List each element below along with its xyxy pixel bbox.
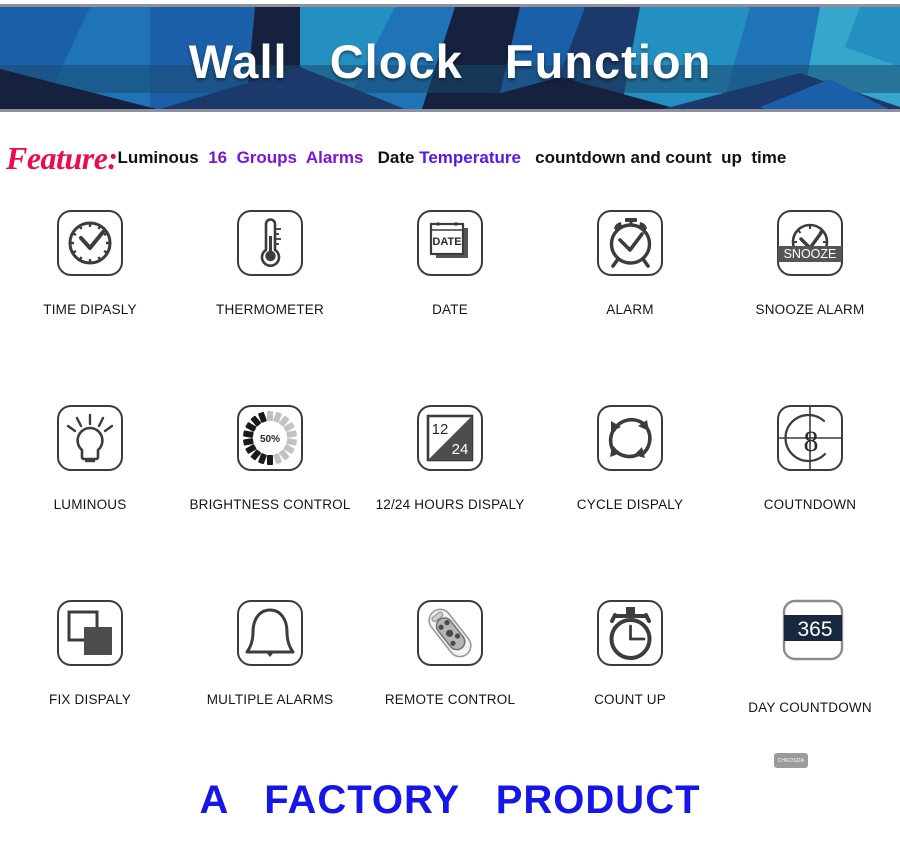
feature-label-text: BRIGHTNESS CONTROL xyxy=(189,497,351,512)
feature-segment-countdown: countdown and count up time xyxy=(520,148,787,167)
feature-label-text: LUMINOUS xyxy=(53,497,127,512)
features-row: FIX DISPALY MULTIPLE ALARMS REMOTE CONTR… xyxy=(0,590,900,785)
feature-cell-countdown[interactable]: 8 COUTNDOWN xyxy=(720,395,900,590)
feature-cell-multiple-alarms[interactable]: MULTIPLE ALARMS xyxy=(180,590,360,785)
feature-label-text: ALARM xyxy=(606,302,654,317)
stopwatch-icon xyxy=(587,596,673,682)
calendar-icon: DATE xyxy=(407,206,493,292)
feature-label-text: SNOOZE ALARM xyxy=(755,302,865,317)
watermark-badge: CHKOSDA xyxy=(774,753,808,768)
hour-format-24-text: 24 xyxy=(452,441,469,458)
feature-segment-date: Date xyxy=(363,148,420,167)
feature-cell-luminous[interactable]: LUMINOUS xyxy=(0,395,180,590)
feature-cell-thermometer[interactable]: THERMOMETER xyxy=(180,200,360,395)
feature-label-text: MULTIPLE ALARMS xyxy=(206,692,334,707)
alarm-clock-icon xyxy=(587,206,673,292)
feature-label-text: CYCLE DISPALY xyxy=(576,497,684,512)
calendar-inner-text: DATE xyxy=(432,236,461,248)
feature-cell-date[interactable]: DATE DATE xyxy=(360,200,540,395)
film-countdown-icon: 8 xyxy=(767,401,853,487)
feature-cell-day-countdown[interactable]: 365 DAY COUNTDOWN xyxy=(720,590,900,785)
hour-format-12-text: 12 xyxy=(432,421,449,438)
footer-tagline: A FACTORY PRODUCT xyxy=(199,778,701,822)
countdown-number-text: 8 xyxy=(804,425,819,458)
feature-label-text: DATE xyxy=(432,302,468,317)
bell-icon xyxy=(227,596,313,682)
thermometer-icon xyxy=(227,206,313,292)
feature-cell-count-up[interactable]: COUNT UP xyxy=(540,590,720,785)
features-grid: TIME DIPASLY THERMOMETER DATE DATE ALARM… xyxy=(0,200,900,785)
feature-label-text: TIME DIPASLY xyxy=(43,302,137,317)
feature-segment-luminous: Luminous xyxy=(117,148,199,167)
feature-label-text: DAY COUNTDOWN xyxy=(748,700,872,715)
cycle-arrows-icon xyxy=(587,401,673,487)
features-row: TIME DIPASLY THERMOMETER DATE DATE ALARM… xyxy=(0,200,900,395)
day-counter-icon: 365 xyxy=(767,596,853,682)
hour-format-icon: 12 24 xyxy=(407,401,493,487)
feature-segment-groups-alarms: 16 Groups Alarms xyxy=(198,148,364,167)
feature-cell-alarm[interactable]: ALARM xyxy=(540,200,720,395)
day-counter-value-text: 365 xyxy=(797,618,832,641)
clock-icon xyxy=(47,206,133,292)
feature-label-text: COUNT UP xyxy=(594,692,666,707)
feature-cell-cycle-display[interactable]: CYCLE DISPALY xyxy=(540,395,720,590)
feature-label-text: REMOTE CONTROL xyxy=(384,692,516,707)
feature-label-text: 12/24 HOURS DISPALY xyxy=(375,497,525,512)
feature-line: Feature: Luminous 16 Groups Alarms Date … xyxy=(0,138,900,178)
feature-cell-fix-display[interactable]: FIX DISPALY xyxy=(0,590,180,785)
feature-cell-time-display[interactable]: TIME DIPASLY xyxy=(0,200,180,395)
header-banner: Wall Clock Function xyxy=(0,4,900,112)
brightness-gauge-icon: 50% xyxy=(227,401,313,487)
feature-label-text: COUTNDOWN xyxy=(763,497,857,512)
snooze-inner-text: SNOOZE xyxy=(784,247,837,261)
feature-cell-brightness-control[interactable]: 50% BRIGHTNESS CONTROL xyxy=(180,395,360,590)
feature-cell-snooze-alarm[interactable]: SNOOZE SNOOZE ALARM xyxy=(720,200,900,395)
features-row: LUMINOUS 50% BRIGHTNESS CONTROL 12 24 12… xyxy=(0,395,900,590)
brightness-value-text: 50% xyxy=(260,434,280,445)
snooze-icon: SNOOZE xyxy=(767,206,853,292)
remote-control-icon xyxy=(407,596,493,682)
feature-label-text: THERMOMETER xyxy=(216,302,324,317)
feature-cell-remote-control[interactable]: REMOTE CONTROL xyxy=(360,590,540,785)
feature-label: Feature: xyxy=(6,139,118,176)
lightbulb-icon xyxy=(47,401,133,487)
feature-segment-temperature: Temperature xyxy=(419,148,521,167)
banner-title: Wall Clock Function xyxy=(188,34,712,88)
feature-label-text: FIX DISPALY xyxy=(49,692,131,707)
feature-cell-hour-format[interactable]: 12 24 12/24 HOURS DISPALY xyxy=(360,395,540,590)
overlapping-squares-icon xyxy=(47,596,133,682)
